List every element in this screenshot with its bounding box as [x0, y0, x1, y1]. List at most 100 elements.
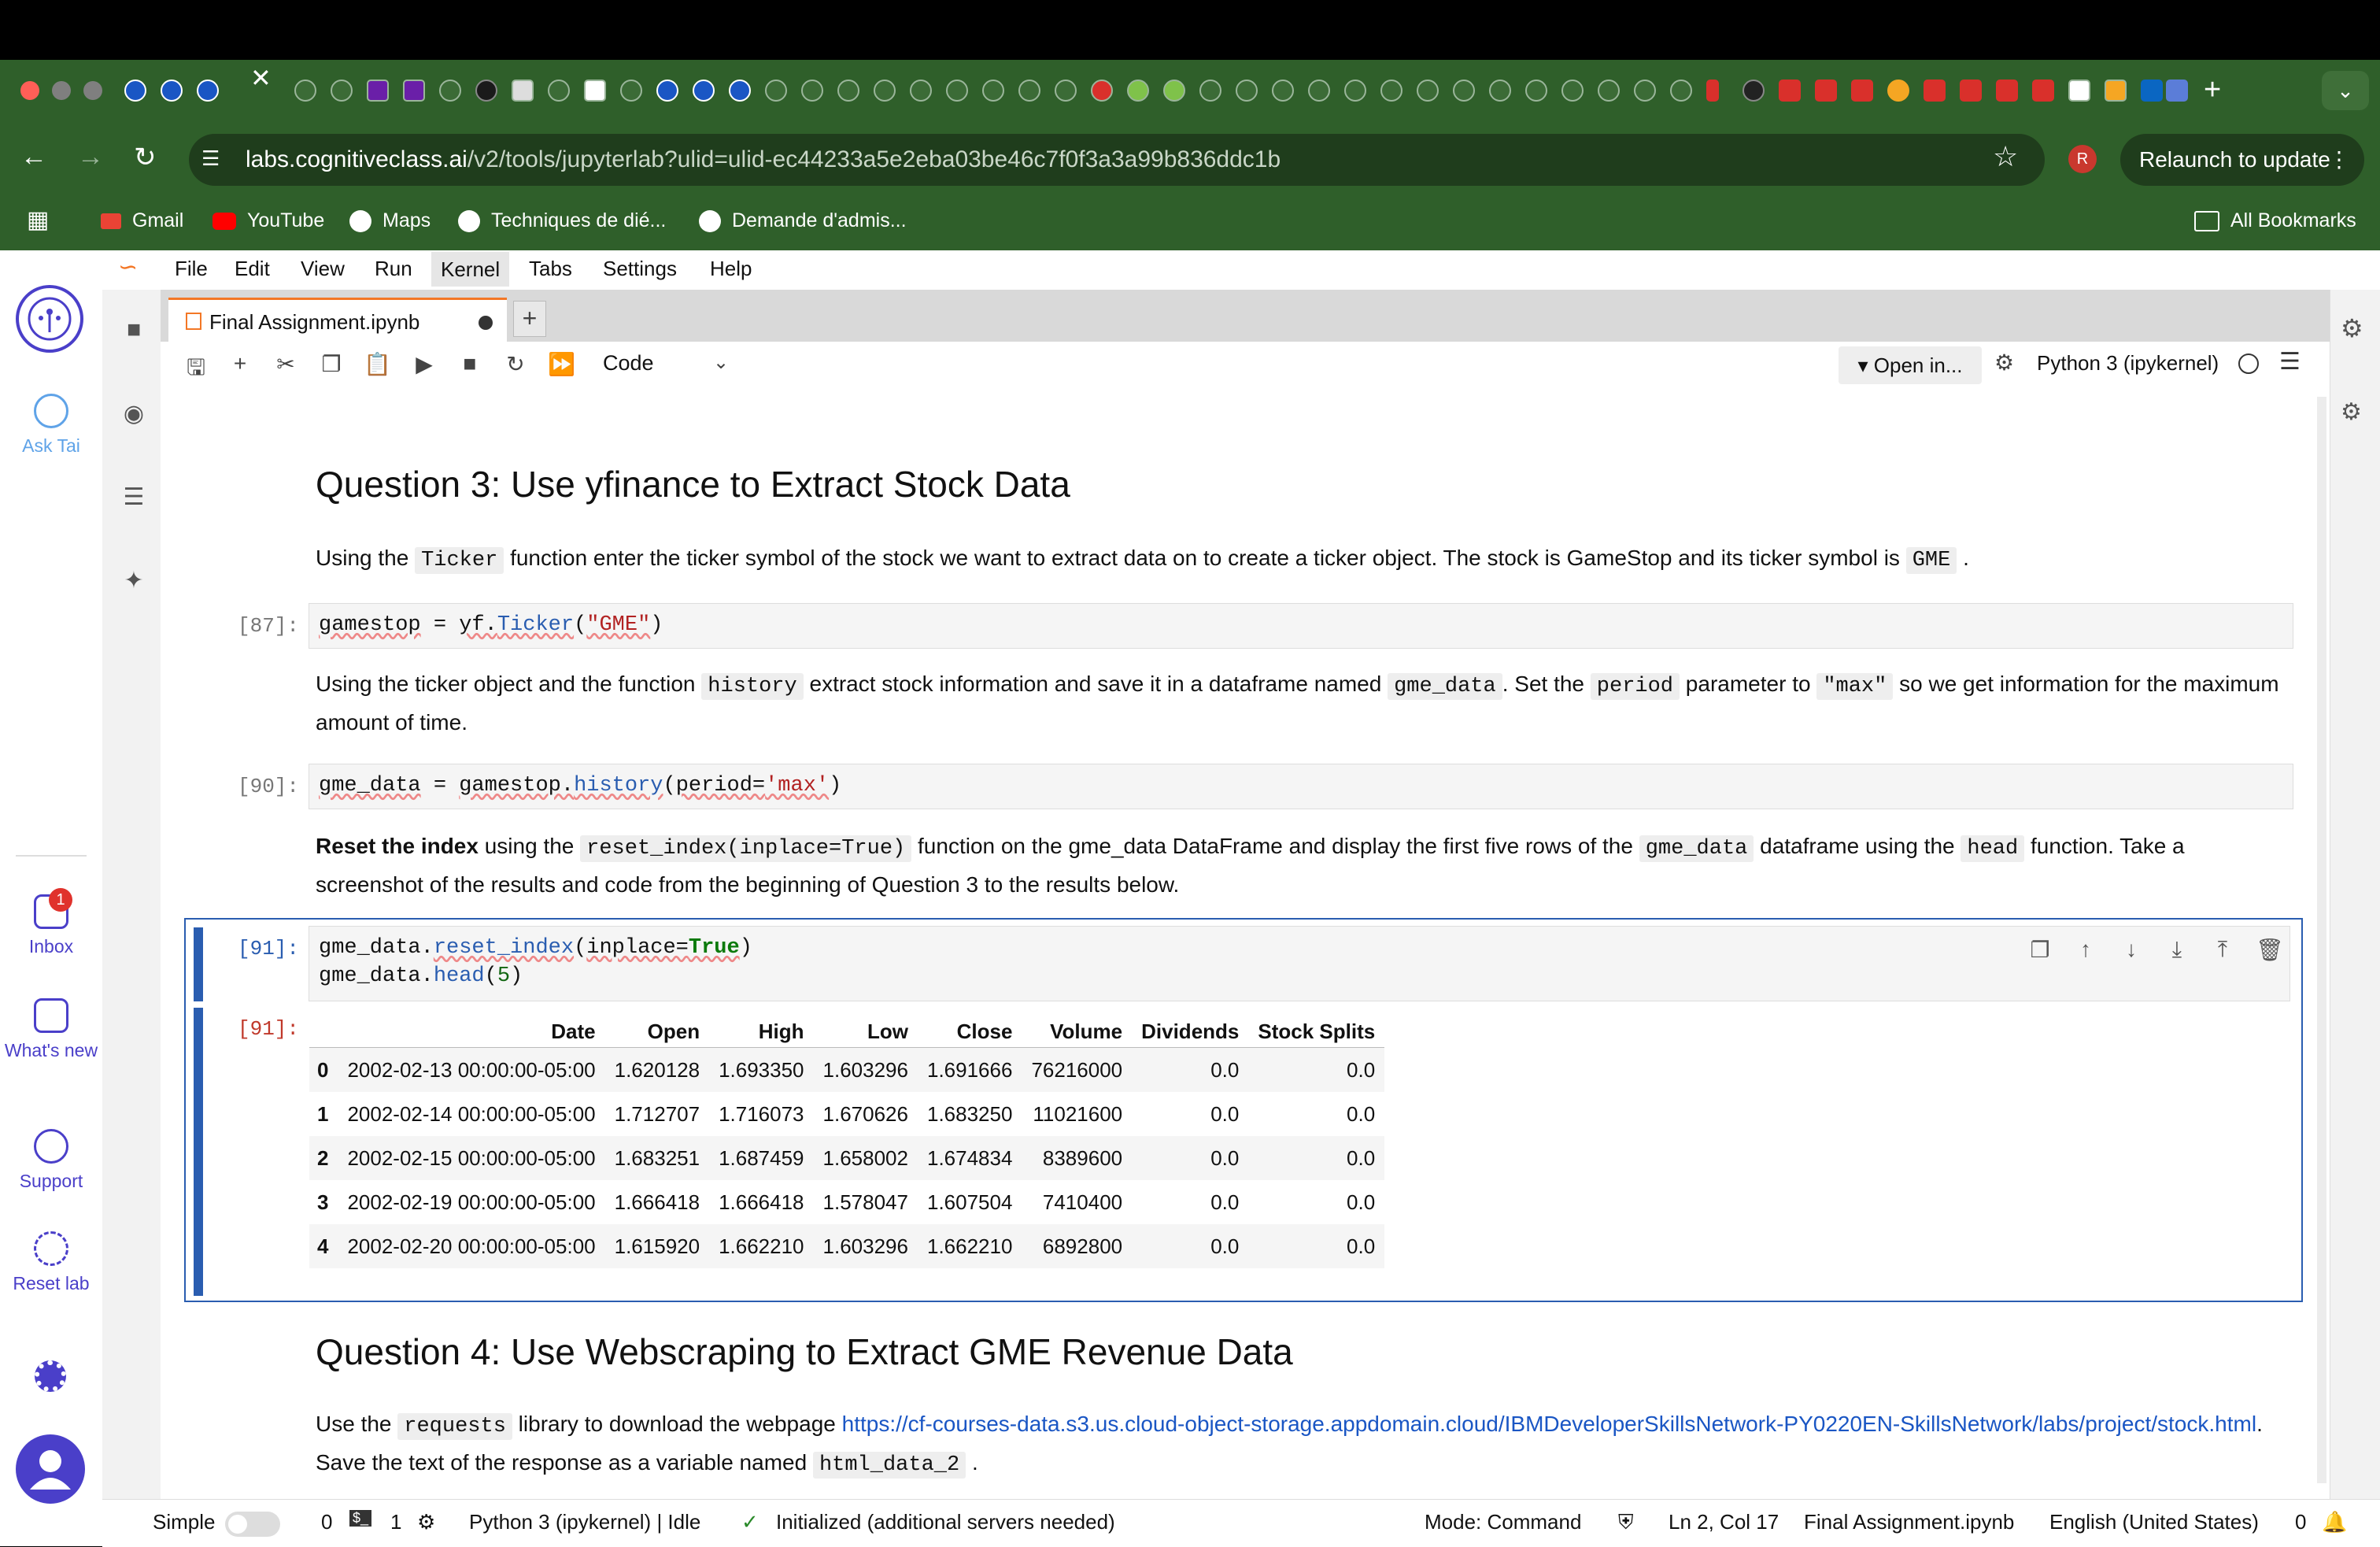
browser-tab-favicon[interactable] — [1996, 80, 2018, 102]
browser-tab-favicon[interactable] — [801, 80, 823, 102]
browser-tab-favicon[interactable] — [1851, 80, 1873, 102]
menu-icon[interactable]: ☰ — [2279, 348, 2301, 376]
stock-page-link[interactable]: https://cf-courses-data.s3.us.cloud-obje… — [842, 1412, 2256, 1436]
cursor-position[interactable]: Ln 2, Col 17 — [1669, 1510, 1779, 1534]
insert-cell-icon[interactable]: + — [227, 351, 253, 376]
browser-tab-favicon[interactable] — [729, 80, 751, 102]
insert-above-icon[interactable]: ⤓ — [2164, 937, 2190, 963]
browser-tab-favicon[interactable] — [2141, 80, 2163, 102]
bookmark-star-icon[interactable]: ☆ — [1993, 140, 2018, 173]
folder-icon[interactable]: ■ — [120, 316, 148, 345]
new-tab-button[interactable]: + — [2204, 74, 2221, 105]
browser-tab-favicon[interactable] — [1779, 80, 1801, 102]
menu-help[interactable]: Help — [710, 257, 752, 281]
unsaved-indicator-icon[interactable] — [479, 316, 493, 330]
browser-tab-favicon[interactable] — [1706, 80, 1719, 102]
browser-tab-favicon[interactable] — [2166, 80, 2188, 102]
new-launcher-button[interactable]: + — [513, 301, 546, 337]
browser-tab-favicon[interactable] — [837, 80, 859, 102]
relaunch-button[interactable]: Relaunch to update ⋮ — [2120, 134, 2364, 186]
bookmark-techniques[interactable]: Techniques de dié... — [458, 209, 666, 233]
browser-tab-favicon[interactable] — [1127, 80, 1149, 102]
reset-lab-button[interactable]: Reset lab — [0, 1231, 102, 1296]
browser-tab-favicon[interactable] — [1453, 80, 1475, 102]
output-collapser[interactable] — [194, 1008, 203, 1296]
reload-icon[interactable]: ↻ — [134, 142, 157, 173]
menu-view[interactable]: View — [301, 257, 345, 281]
browser-tab-favicon[interactable] — [1525, 80, 1547, 102]
back-icon[interactable]: ← — [20, 142, 47, 172]
browser-tab-favicon[interactable] — [1815, 80, 1837, 102]
browser-tab-favicon[interactable] — [2032, 80, 2054, 102]
browser-tab-favicon[interactable] — [161, 80, 183, 102]
browser-tab-favicon[interactable] — [982, 80, 1004, 102]
browser-tab-favicon[interactable] — [693, 80, 715, 102]
lsp-status[interactable]: Initialized (additional servers needed) — [776, 1510, 1115, 1534]
browser-tab-favicon[interactable] — [910, 80, 932, 102]
kernel-chip-icon[interactable]: ⚙ — [417, 1510, 435, 1534]
restart-icon[interactable]: ↻ — [502, 351, 529, 377]
menu-edit[interactable]: Edit — [235, 257, 270, 281]
close-tab-icon[interactable]: ✕ — [250, 65, 272, 91]
menu-tabs[interactable]: Tabs — [529, 257, 572, 281]
menu-kernel[interactable]: Kernel — [431, 252, 510, 287]
browser-tab-favicon[interactable] — [874, 80, 896, 102]
browser-tab-favicon[interactable] — [331, 80, 353, 102]
browser-tab-favicon[interactable] — [1670, 80, 1692, 102]
browser-tab-favicon[interactable] — [1344, 80, 1366, 102]
labs-logo[interactable] — [16, 285, 83, 353]
scrollbar[interactable] — [2317, 397, 2326, 1483]
minimize-window-button[interactable] — [52, 81, 71, 100]
browser-tab-favicon[interactable] — [1018, 80, 1040, 102]
url-text[interactable]: labs.cognitiveclass.ai/v2/tools/jupyterl… — [246, 146, 1281, 173]
menu-file[interactable]: File — [175, 257, 208, 281]
copy-icon[interactable]: ❐ — [318, 351, 345, 377]
run-icon[interactable]: ▶ — [411, 351, 438, 377]
browser-tab-favicon[interactable] — [512, 80, 534, 102]
browser-tab-favicon[interactable] — [1272, 80, 1294, 102]
close-window-button[interactable] — [20, 81, 39, 100]
browser-tab-favicon[interactable] — [1308, 80, 1330, 102]
bell-icon[interactable]: 🔔 — [2322, 1510, 2347, 1534]
browser-tab-favicon[interactable] — [656, 80, 678, 102]
extensions-icon[interactable]: ✦ — [120, 567, 148, 595]
menu-settings[interactable]: Settings — [603, 257, 677, 281]
browser-tab-favicon[interactable] — [1199, 80, 1221, 102]
move-down-icon[interactable]: ↓ — [2119, 937, 2144, 962]
stop-icon[interactable]: ■ — [456, 351, 483, 376]
browser-tab-favicon[interactable] — [294, 80, 316, 102]
language-selector[interactable]: English (United States) — [2049, 1510, 2259, 1534]
kernel-count[interactable]: 1 — [390, 1510, 401, 1534]
simple-mode-toggle[interactable] — [225, 1512, 280, 1537]
code-cell-91[interactable]: gme_data.reset_index(inplace=True) gme_d… — [309, 926, 2290, 1001]
table-of-contents-icon[interactable]: ☰ — [120, 483, 148, 512]
browser-tab-favicon[interactable] — [765, 80, 787, 102]
kernel-status[interactable]: Python 3 (ipykernel) | Idle — [469, 1510, 700, 1534]
property-inspector-icon[interactable]: ⚙ — [2341, 313, 2363, 343]
terminal-icon[interactable]: $_ — [349, 1510, 372, 1527]
browser-tab-favicon[interactable] — [1887, 80, 1909, 102]
user-avatar[interactable] — [16, 1434, 85, 1504]
browser-tab-favicon[interactable] — [124, 80, 146, 102]
ask-tai-button[interactable]: Ask Tai — [0, 394, 102, 458]
running-kernels-icon[interactable]: ◉ — [120, 400, 148, 428]
browser-tab-favicon[interactable] — [1489, 80, 1511, 102]
restart-run-all-icon[interactable]: ⏩ — [548, 351, 575, 377]
browser-tab-favicon[interactable] — [403, 80, 425, 102]
bookmark-demande[interactable]: Demande d'admis... — [699, 209, 907, 233]
browser-tab-favicon[interactable] — [1380, 80, 1402, 102]
support-button[interactable]: Support — [0, 1129, 102, 1194]
bookmark-maps[interactable]: Maps — [349, 209, 431, 233]
apps-grid-icon[interactable]: ▦ — [27, 206, 49, 234]
more-menu-icon[interactable]: ⋮ — [2328, 134, 2350, 186]
browser-tab-favicon[interactable] — [1417, 80, 1439, 102]
tab-search-button[interactable]: ⌄ — [2322, 71, 2369, 110]
profile-avatar[interactable]: R — [2068, 145, 2097, 173]
open-in-button[interactable]: ▾ Open in... — [1839, 346, 1982, 384]
browser-tab-favicon[interactable] — [1924, 80, 1946, 102]
forward-icon[interactable]: → — [77, 142, 104, 172]
browser-tab-favicon[interactable] — [475, 80, 497, 102]
duplicate-cell-icon[interactable]: ❐ — [2027, 937, 2053, 963]
input-collapser[interactable] — [194, 927, 203, 1001]
kernel-name[interactable]: Python 3 (ipykernel) — [2037, 351, 2219, 376]
